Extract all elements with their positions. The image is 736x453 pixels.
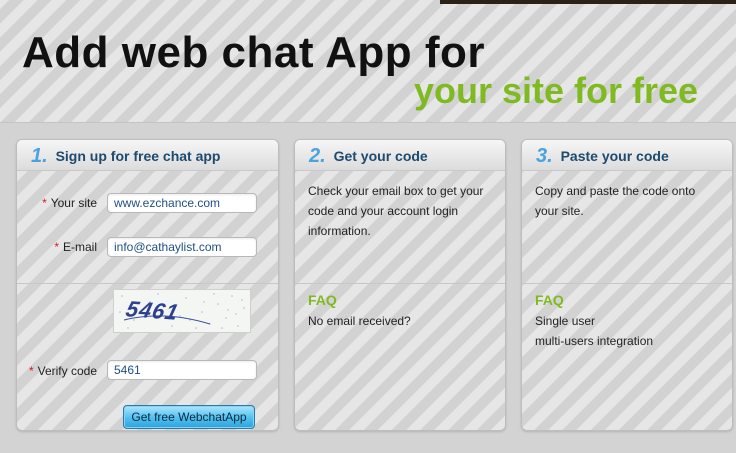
paste-code-panel: 3. Paste your code Copy and paste the co… bbox=[521, 139, 733, 431]
verify-label-wrap: * Verify code bbox=[29, 364, 97, 378]
step-number-1: 1. bbox=[31, 145, 48, 167]
signup-panel-title: Sign up for free chat app bbox=[55, 148, 221, 164]
site-input[interactable] bbox=[107, 193, 257, 213]
faq-title: FAQ bbox=[308, 292, 337, 308]
faq-link-no-email[interactable]: No email received? bbox=[308, 311, 493, 331]
form-divider bbox=[17, 283, 278, 284]
site-label-wrap: * Your site bbox=[42, 196, 97, 210]
hero-banner: Add web chat App for your site for free bbox=[0, 0, 736, 123]
get-code-panel: 2. Get your code Check your email box to… bbox=[294, 139, 506, 431]
paste-code-panel-title: Paste your code bbox=[560, 148, 669, 164]
steps-area: 1. Sign up for free chat app * Your site … bbox=[0, 123, 736, 453]
get-webchatapp-button[interactable]: Get free WebchatApp bbox=[123, 405, 255, 429]
required-marker: * bbox=[54, 240, 59, 254]
site-label: Your site bbox=[50, 196, 97, 210]
email-label-wrap: * E-mail bbox=[54, 240, 97, 254]
email-input[interactable] bbox=[107, 237, 257, 257]
get-code-description: Check your email box to get your code an… bbox=[308, 184, 484, 238]
verify-code-input[interactable] bbox=[107, 360, 257, 380]
signup-panel-header: 1. Sign up for free chat app bbox=[17, 140, 278, 171]
step-number-2: 2. bbox=[309, 145, 326, 167]
banner-photo-edge bbox=[440, 0, 736, 4]
email-label: E-mail bbox=[62, 240, 97, 254]
panel-divider bbox=[522, 283, 732, 284]
paste-code-panel-header: 3. Paste your code bbox=[522, 140, 732, 171]
faq-link-single-user[interactable]: Single user bbox=[535, 311, 720, 331]
get-code-panel-header: 2. Get your code bbox=[295, 140, 505, 171]
signup-panel: 1. Sign up for free chat app * Your site … bbox=[16, 139, 279, 431]
panel-divider bbox=[295, 283, 505, 284]
required-marker: * bbox=[28, 364, 34, 378]
hero-title-line2: your site for free bbox=[414, 70, 699, 111]
faq-link-multi-users[interactable]: multi-users integration bbox=[535, 331, 720, 351]
required-marker: * bbox=[42, 196, 47, 210]
paste-code-description: Copy and paste the code onto your site. bbox=[535, 184, 696, 218]
step-number-3: 3. bbox=[536, 145, 553, 167]
captcha-image: 5461 bbox=[113, 289, 251, 333]
faq-title: FAQ bbox=[535, 292, 564, 308]
verify-label: Verify code bbox=[37, 364, 97, 378]
captcha-text: 5461 bbox=[123, 296, 182, 325]
get-code-panel-title: Get your code bbox=[333, 148, 428, 164]
